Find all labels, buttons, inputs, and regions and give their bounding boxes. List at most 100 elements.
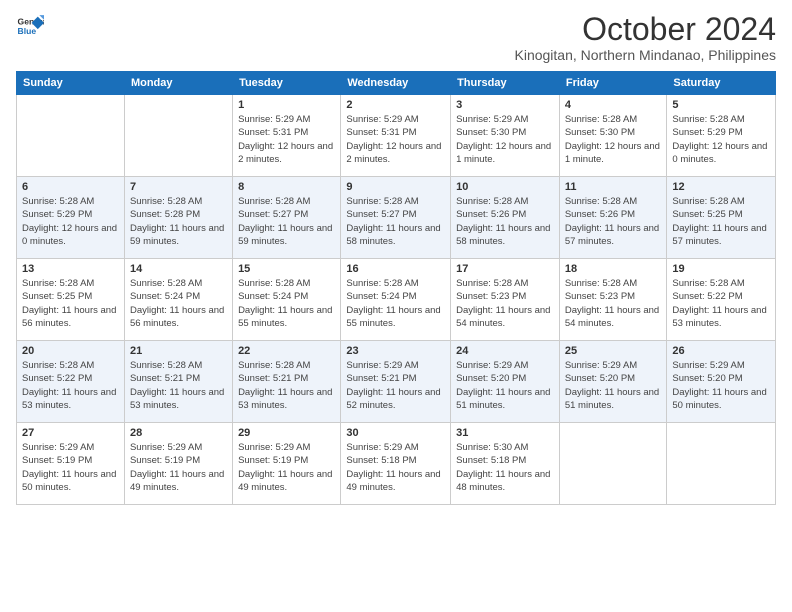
calendar-week-2: 13 Sunrise: 5:28 AMSunset: 5:25 PMDaylig… [17,259,776,341]
calendar-cell: 27 Sunrise: 5:29 AMSunset: 5:19 PMDaylig… [17,423,125,505]
calendar-cell: 6 Sunrise: 5:28 AMSunset: 5:29 PMDayligh… [17,177,125,259]
day-number: 19 [672,263,770,275]
calendar-cell: 28 Sunrise: 5:29 AMSunset: 5:19 PMDaylig… [124,423,232,505]
col-friday: Friday [559,72,667,95]
calendar-cell: 7 Sunrise: 5:28 AMSunset: 5:28 PMDayligh… [124,177,232,259]
day-info: Sunrise: 5:28 AMSunset: 5:21 PMDaylight:… [130,360,224,411]
calendar-cell: 8 Sunrise: 5:28 AMSunset: 5:27 PMDayligh… [233,177,341,259]
day-number: 10 [456,181,554,193]
calendar-cell: 15 Sunrise: 5:28 AMSunset: 5:24 PMDaylig… [233,259,341,341]
day-info: Sunrise: 5:28 AMSunset: 5:23 PMDaylight:… [456,278,550,329]
col-sunday: Sunday [17,72,125,95]
day-info: Sunrise: 5:28 AMSunset: 5:24 PMDaylight:… [346,278,440,329]
header-row: Sunday Monday Tuesday Wednesday Thursday… [17,72,776,95]
day-info: Sunrise: 5:28 AMSunset: 5:22 PMDaylight:… [22,360,116,411]
day-info: Sunrise: 5:29 AMSunset: 5:20 PMDaylight:… [456,360,550,411]
calendar-cell [667,423,776,505]
calendar-cell: 31 Sunrise: 5:30 AMSunset: 5:18 PMDaylig… [451,423,560,505]
calendar-cell: 11 Sunrise: 5:28 AMSunset: 5:26 PMDaylig… [559,177,667,259]
day-number: 27 [22,427,119,439]
calendar-cell: 10 Sunrise: 5:28 AMSunset: 5:26 PMDaylig… [451,177,560,259]
day-number: 13 [22,263,119,275]
calendar-cell: 13 Sunrise: 5:28 AMSunset: 5:25 PMDaylig… [17,259,125,341]
day-info: Sunrise: 5:29 AMSunset: 5:30 PMDaylight:… [456,114,551,165]
day-number: 6 [22,181,119,193]
day-info: Sunrise: 5:28 AMSunset: 5:26 PMDaylight:… [565,196,659,247]
day-number: 26 [672,345,770,357]
day-info: Sunrise: 5:28 AMSunset: 5:23 PMDaylight:… [565,278,659,329]
day-number: 28 [130,427,227,439]
day-info: Sunrise: 5:28 AMSunset: 5:26 PMDaylight:… [456,196,550,247]
calendar-cell: 9 Sunrise: 5:28 AMSunset: 5:27 PMDayligh… [341,177,451,259]
day-number: 8 [238,181,335,193]
col-wednesday: Wednesday [341,72,451,95]
calendar-cell: 5 Sunrise: 5:28 AMSunset: 5:29 PMDayligh… [667,95,776,177]
day-info: Sunrise: 5:28 AMSunset: 5:24 PMDaylight:… [238,278,332,329]
day-number: 25 [565,345,662,357]
header: General Blue October 2024 Kinogitan, Nor… [16,12,776,63]
day-info: Sunrise: 5:29 AMSunset: 5:31 PMDaylight:… [346,114,441,165]
day-info: Sunrise: 5:28 AMSunset: 5:22 PMDaylight:… [672,278,766,329]
day-info: Sunrise: 5:28 AMSunset: 5:29 PMDaylight:… [672,114,767,165]
calendar-cell: 26 Sunrise: 5:29 AMSunset: 5:20 PMDaylig… [667,341,776,423]
day-info: Sunrise: 5:28 AMSunset: 5:24 PMDaylight:… [130,278,224,329]
calendar-cell: 16 Sunrise: 5:28 AMSunset: 5:24 PMDaylig… [341,259,451,341]
day-number: 5 [672,99,770,111]
day-number: 18 [565,263,662,275]
title-block: October 2024 Kinogitan, Northern Mindana… [515,12,777,63]
calendar-week-3: 20 Sunrise: 5:28 AMSunset: 5:22 PMDaylig… [17,341,776,423]
day-info: Sunrise: 5:28 AMSunset: 5:30 PMDaylight:… [565,114,660,165]
calendar-body: 1 Sunrise: 5:29 AMSunset: 5:31 PMDayligh… [17,95,776,505]
calendar-week-4: 27 Sunrise: 5:29 AMSunset: 5:19 PMDaylig… [17,423,776,505]
calendar-cell: 29 Sunrise: 5:29 AMSunset: 5:19 PMDaylig… [233,423,341,505]
calendar-cell: 14 Sunrise: 5:28 AMSunset: 5:24 PMDaylig… [124,259,232,341]
calendar-cell: 4 Sunrise: 5:28 AMSunset: 5:30 PMDayligh… [559,95,667,177]
calendar-cell: 21 Sunrise: 5:28 AMSunset: 5:21 PMDaylig… [124,341,232,423]
calendar-cell: 30 Sunrise: 5:29 AMSunset: 5:18 PMDaylig… [341,423,451,505]
day-number: 31 [456,427,554,439]
day-number: 1 [238,99,335,111]
day-number: 9 [346,181,445,193]
day-number: 4 [565,99,662,111]
page-title: October 2024 [515,12,777,47]
svg-text:Blue: Blue [18,26,37,36]
col-monday: Monday [124,72,232,95]
page: General Blue October 2024 Kinogitan, Nor… [0,0,792,612]
day-info: Sunrise: 5:29 AMSunset: 5:19 PMDaylight:… [238,442,332,493]
calendar-cell: 18 Sunrise: 5:28 AMSunset: 5:23 PMDaylig… [559,259,667,341]
logo: General Blue [16,12,44,40]
day-info: Sunrise: 5:29 AMSunset: 5:20 PMDaylight:… [672,360,766,411]
day-info: Sunrise: 5:29 AMSunset: 5:19 PMDaylight:… [130,442,224,493]
day-info: Sunrise: 5:30 AMSunset: 5:18 PMDaylight:… [456,442,550,493]
day-number: 17 [456,263,554,275]
calendar-cell: 1 Sunrise: 5:29 AMSunset: 5:31 PMDayligh… [233,95,341,177]
day-info: Sunrise: 5:29 AMSunset: 5:21 PMDaylight:… [346,360,440,411]
calendar-cell [124,95,232,177]
day-info: Sunrise: 5:29 AMSunset: 5:31 PMDaylight:… [238,114,333,165]
calendar-cell: 19 Sunrise: 5:28 AMSunset: 5:22 PMDaylig… [667,259,776,341]
day-info: Sunrise: 5:28 AMSunset: 5:21 PMDaylight:… [238,360,332,411]
day-number: 21 [130,345,227,357]
logo-icon: General Blue [16,12,44,40]
day-number: 20 [22,345,119,357]
day-number: 2 [346,99,445,111]
calendar-cell: 12 Sunrise: 5:28 AMSunset: 5:25 PMDaylig… [667,177,776,259]
calendar-cell [559,423,667,505]
calendar-cell [17,95,125,177]
day-number: 24 [456,345,554,357]
page-subtitle: Kinogitan, Northern Mindanao, Philippine… [515,47,777,63]
day-info: Sunrise: 5:28 AMSunset: 5:28 PMDaylight:… [130,196,224,247]
day-number: 29 [238,427,335,439]
calendar-table: Sunday Monday Tuesday Wednesday Thursday… [16,71,776,505]
day-number: 14 [130,263,227,275]
calendar-cell: 24 Sunrise: 5:29 AMSunset: 5:20 PMDaylig… [451,341,560,423]
day-number: 22 [238,345,335,357]
day-info: Sunrise: 5:28 AMSunset: 5:29 PMDaylight:… [22,196,117,247]
calendar-header: Sunday Monday Tuesday Wednesday Thursday… [17,72,776,95]
day-number: 7 [130,181,227,193]
day-number: 16 [346,263,445,275]
day-number: 23 [346,345,445,357]
calendar-cell: 25 Sunrise: 5:29 AMSunset: 5:20 PMDaylig… [559,341,667,423]
col-thursday: Thursday [451,72,560,95]
col-tuesday: Tuesday [233,72,341,95]
